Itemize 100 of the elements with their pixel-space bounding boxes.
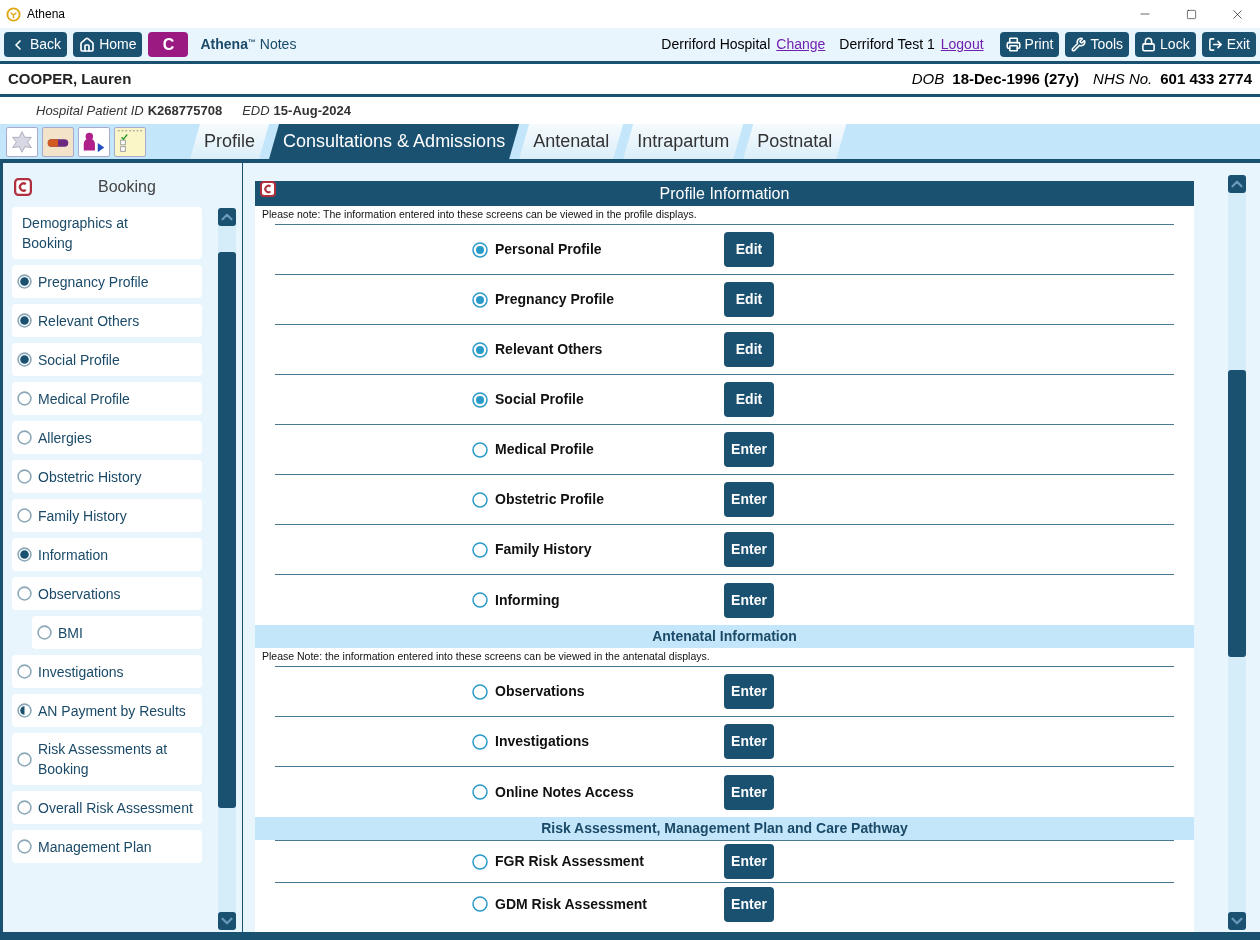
app-name: Athena$^{™}$ Notes <box>200 35 297 54</box>
row-action-button[interactable]: Edit <box>724 332 774 367</box>
back-button[interactable]: Back <box>4 32 68 57</box>
print-icon <box>1005 37 1021 52</box>
section-title: Antenatal Information <box>652 627 797 646</box>
row-label: Medical Profile <box>495 440 595 459</box>
nhs-label: NHS No. <box>1093 68 1153 89</box>
c-badge-button[interactable]: C <box>148 32 189 57</box>
sidebar-item[interactable]: Demographics at Booking <box>12 207 202 259</box>
tab[interactable]: Consultations & Admissions <box>269 124 520 159</box>
radio-button[interactable] <box>472 541 488 558</box>
radio-button[interactable] <box>472 291 488 308</box>
print-button[interactable]: Print <box>999 32 1060 57</box>
scroll-down-icon[interactable] <box>218 912 236 930</box>
row-label: Investigations <box>495 732 591 751</box>
exit-icon <box>1207 37 1223 52</box>
pill-icon[interactable] <box>42 126 74 157</box>
radio-button[interactable] <box>472 853 488 870</box>
radio-button[interactable] <box>472 592 488 608</box>
radio-button[interactable] <box>472 391 488 408</box>
tab[interactable]: Antenatal <box>519 124 624 159</box>
home-button[interactable]: Home <box>73 32 143 57</box>
sidebar-item[interactable]: Investigations <box>12 655 202 688</box>
nhs-value: 601 433 2774 <box>1160 68 1252 89</box>
sidebar-item[interactable]: Relevant Others <box>12 304 202 337</box>
patient-id-value: K268775708 <box>147 101 223 120</box>
radio-button[interactable] <box>472 683 488 700</box>
row-label: Observations <box>495 682 586 701</box>
maximize-icon <box>1185 8 1197 20</box>
sidebar-item[interactable]: Obstetric History <box>12 460 202 493</box>
app-logo-icon <box>6 6 21 22</box>
dob-value: 18-Dec-1996 (27y) <box>952 68 1080 89</box>
radio-button[interactable] <box>472 491 488 508</box>
tab[interactable]: Profile <box>190 124 270 159</box>
row-action-button[interactable]: Enter <box>724 432 774 467</box>
scroll-down-icon[interactable] <box>1228 912 1246 930</box>
tab[interactable]: Intrapartum <box>623 124 744 159</box>
radio-button[interactable] <box>472 441 488 458</box>
sidebar-item[interactable]: Management Plan <box>12 830 202 863</box>
lock-button[interactable]: Lock <box>1135 32 1196 57</box>
sidebar-item[interactable]: Social Profile <box>12 343 202 376</box>
c-logo-icon <box>260 181 276 197</box>
row-action-button[interactable]: Edit <box>724 232 774 267</box>
row-action-button[interactable]: Enter <box>724 482 774 517</box>
sidebar-item[interactable]: Pregnancy Profile <box>12 265 202 298</box>
row-label: Family History <box>495 540 593 559</box>
radio-button[interactable] <box>472 896 488 912</box>
edd-value: 15-Aug-2024 <box>273 101 351 120</box>
radio-button[interactable] <box>472 784 488 800</box>
row-action-button[interactable]: Enter <box>724 724 774 759</box>
sidebar-item[interactable]: Risk Assessments at Booking <box>12 733 202 785</box>
row-action-button[interactable]: Enter <box>724 774 774 810</box>
radio-button[interactable] <box>472 241 488 258</box>
scrollbar[interactable] <box>1228 175 1246 930</box>
scroll-up-icon[interactable] <box>1228 175 1246 193</box>
patient-id-label: Hospital Patient ID <box>36 101 144 120</box>
dob-label: DOB <box>911 68 945 89</box>
tab[interactable]: Postnatal <box>743 124 847 159</box>
row-action-button[interactable]: Enter <box>724 886 774 922</box>
radio-button[interactable] <box>472 733 488 750</box>
scroll-up-icon[interactable] <box>218 208 236 226</box>
tools-button[interactable]: Tools <box>1065 32 1130 57</box>
patient-name: COOPER, Lauren <box>8 68 132 89</box>
sidebar-item[interactable]: BMI <box>32 616 202 649</box>
logout-link[interactable]: Logout <box>940 34 984 55</box>
row-action-button[interactable]: Enter <box>724 844 774 879</box>
row-action-button[interactable]: Enter <box>724 582 774 618</box>
tools-icon <box>1071 37 1087 52</box>
row-action-button[interactable]: Enter <box>724 532 774 567</box>
section-title: Profile Information <box>659 183 790 204</box>
user-name: Derriford Test 1 <box>839 35 935 54</box>
c-logo-icon <box>14 178 32 196</box>
row-action-button[interactable]: Enter <box>724 674 774 709</box>
exit-button[interactable]: Exit <box>1201 32 1256 57</box>
row-action-button[interactable]: Edit <box>724 282 774 317</box>
edd-label: EDD <box>242 101 270 120</box>
row-label: Relevant Others <box>495 340 604 359</box>
row-action-button[interactable]: Edit <box>724 382 774 417</box>
sidebar-item[interactable]: Family History <box>12 499 202 532</box>
row-label: Social Profile <box>495 390 585 409</box>
lock-icon <box>1141 37 1157 52</box>
row-label: Online Notes Access <box>495 782 635 802</box>
sidebar-item[interactable]: Observations <box>12 577 202 610</box>
radio-button[interactable] <box>472 341 488 358</box>
sidebar-item[interactable]: Information <box>12 538 202 571</box>
window-title: Athena <box>27 6 66 23</box>
section-title: Risk Assessment, Management Plan and Care Pathway <box>541 819 908 838</box>
sidebar-item[interactable]: Allergies <box>12 421 202 454</box>
scrollbar[interactable] <box>218 208 236 930</box>
section-note: Please Note: the information entered into these screens can be viewed in the antenatal displays. <box>261 649 711 664</box>
section-note: Please note: The information entered into these screens can be viewed in the profile displays. <box>261 207 698 222</box>
home-icon <box>79 36 96 53</box>
change-link[interactable]: Change <box>776 34 826 55</box>
sidebar-item[interactable]: Medical Profile <box>12 382 202 415</box>
row-label: GDM Risk Assessment <box>495 894 648 914</box>
row-label: Obstetric Profile <box>495 490 605 509</box>
row-label: Informing <box>495 590 561 610</box>
hospital-name: Derriford Hospital <box>661 35 771 54</box>
sidebar-item[interactable]: AN Payment by Results <box>12 694 202 727</box>
sidebar-item[interactable]: Overall Risk Assessment <box>12 791 202 824</box>
